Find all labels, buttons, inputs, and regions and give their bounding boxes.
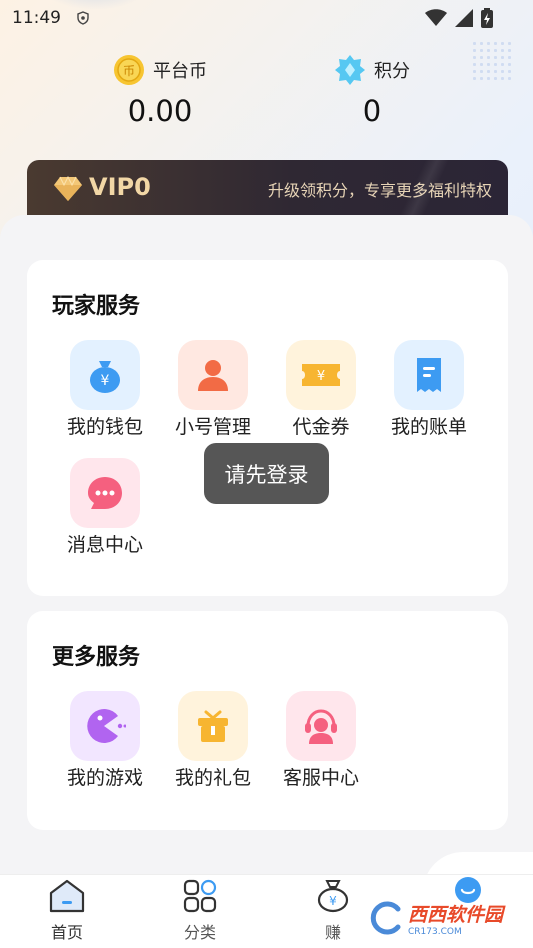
- headset-icon: [286, 691, 356, 761]
- message-center-button[interactable]: 消息中心: [51, 458, 159, 557]
- status-time: 11:49: [12, 8, 61, 28]
- game-icon: [70, 691, 140, 761]
- my-games-button[interactable]: 我的游戏: [51, 691, 159, 790]
- player-services-card: 玩家服务 ¥ 我的钱包 小号管理 ¥ 代金券 我的账单 消息中心: [27, 260, 508, 596]
- sub-account-label: 小号管理: [174, 416, 251, 438]
- gift-icon: [178, 691, 248, 761]
- coupon-button[interactable]: ¥ 代金券: [267, 340, 375, 439]
- vip-slogan: 升级领积分，专享更多福利特权: [267, 181, 492, 200]
- tab-home-label: 首页: [50, 923, 83, 942]
- my-games-label: 我的游戏: [66, 767, 143, 789]
- account-stats: 币 平台币 0.00 积分 0: [0, 52, 533, 132]
- vip-banner[interactable]: VIP0 升级领积分，专享更多福利特权: [27, 160, 508, 222]
- customer-service-label: 客服中心: [282, 767, 359, 789]
- my-gifts-label: 我的礼包: [174, 767, 251, 789]
- diamond-icon: [54, 176, 82, 201]
- coin-icon: 币: [114, 55, 144, 85]
- battery-icon: [481, 8, 493, 28]
- wifi-icon: [425, 9, 447, 26]
- wallet-label: 我的钱包: [66, 416, 143, 438]
- bill-icon: [394, 340, 464, 410]
- platform-coin-stat[interactable]: 币 平台币 0.00: [60, 52, 260, 132]
- signal-icon: [455, 9, 473, 27]
- more-services-card: 更多服务 我的游戏 我的礼包 客服中心: [27, 611, 508, 830]
- vip-level: VIP0: [89, 173, 151, 201]
- watermark-logo: 西西软件园 CR173.COM: [370, 898, 515, 938]
- tab-earn[interactable]: ¥ 赚: [293, 879, 373, 943]
- home-icon: [49, 879, 85, 913]
- status-bar: 11:49: [0, 0, 533, 36]
- bill-button[interactable]: 我的账单: [375, 340, 483, 439]
- coupon-icon: ¥: [286, 340, 356, 410]
- category-icon: [183, 879, 217, 913]
- services-sheet: 玩家服务 ¥ 我的钱包 小号管理 ¥ 代金券 我的账单 消息中心 更多服务 我的…: [0, 215, 533, 875]
- tab-earn-label: 赚: [324, 923, 341, 942]
- tab-home[interactable]: 首页: [27, 879, 107, 943]
- bill-label: 我的账单: [390, 416, 467, 438]
- login-toast: 请先登录: [204, 443, 329, 504]
- shield-icon: [77, 11, 89, 25]
- player-services-title: 玩家服务: [52, 294, 141, 319]
- points-value: 0: [362, 94, 382, 128]
- more-services-title: 更多服务: [52, 645, 141, 670]
- platform-coin-label: 平台币: [153, 61, 207, 82]
- tab-category[interactable]: 分类: [160, 879, 240, 943]
- message-center-label: 消息中心: [66, 534, 143, 556]
- watermark-c-icon: [370, 901, 401, 935]
- points-label: 积分: [374, 61, 410, 82]
- user-icon: [178, 340, 248, 410]
- svg-text:¥: ¥: [101, 373, 110, 389]
- wallet-icon: ¥: [70, 340, 140, 410]
- svg-text:¥: ¥: [317, 369, 325, 384]
- coupon-label: 代金券: [292, 416, 350, 438]
- message-icon: [70, 458, 140, 528]
- points-stat[interactable]: 积分 0: [272, 52, 472, 132]
- wallet-button[interactable]: ¥ 我的钱包: [51, 340, 159, 439]
- tab-category-label: 分类: [183, 923, 216, 942]
- svg-text:币: 币: [123, 64, 135, 78]
- svg-text:¥: ¥: [329, 894, 337, 908]
- my-gifts-button[interactable]: 我的礼包: [159, 691, 267, 790]
- sub-account-button[interactable]: 小号管理: [159, 340, 267, 439]
- watermark-sub: CR173.COM: [408, 926, 462, 937]
- customer-service-button[interactable]: 客服中心: [267, 691, 375, 790]
- money-bag-icon: ¥: [317, 880, 349, 913]
- watermark-text: 西西软件园: [408, 903, 504, 926]
- platform-coin-value: 0.00: [127, 94, 193, 128]
- diamond-badge-icon: [335, 55, 365, 85]
